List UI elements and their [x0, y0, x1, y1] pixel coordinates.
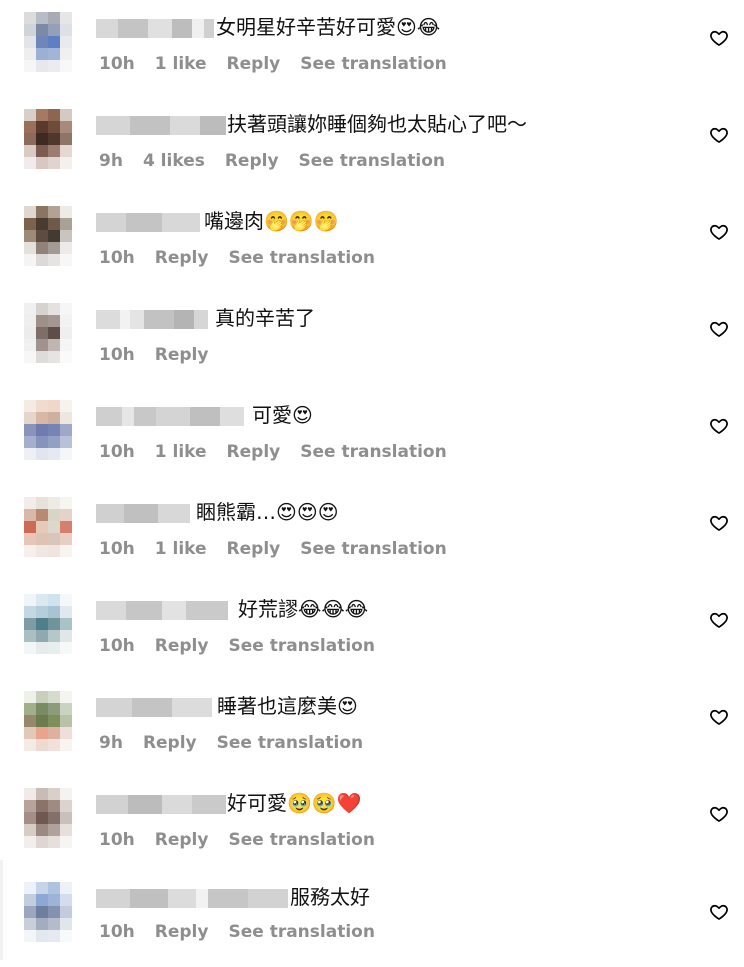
avatar[interactable]	[24, 497, 72, 557]
avatar[interactable]	[24, 788, 72, 848]
avatar[interactable]	[24, 109, 72, 169]
heart-icon[interactable]	[709, 513, 729, 533]
comment-item: 好荒謬😂😂😂 10h Reply See translation	[0, 582, 744, 679]
username-blurred[interactable]	[96, 601, 228, 620]
comment-timestamp: 10h	[99, 54, 135, 74]
comment-item: 服務太好 10h Reply See translation	[0, 870, 744, 967]
comment-timestamp: 10h	[99, 539, 135, 559]
avatar[interactable]	[24, 882, 72, 942]
username-blurred[interactable]	[96, 795, 226, 814]
username-blurred[interactable]	[96, 116, 226, 135]
reply-button[interactable]: Reply	[155, 922, 209, 942]
comment-timestamp: 10h	[99, 345, 135, 365]
comment-meta: 9h Reply See translation	[99, 733, 383, 753]
heart-icon[interactable]	[709, 125, 729, 145]
heart-icon[interactable]	[709, 804, 729, 824]
comment-text: 好荒謬😂😂😂	[238, 597, 369, 621]
heart-icon[interactable]	[709, 222, 729, 242]
comment-item: 女明星好辛苦好可愛😍😂 10h 1 like Reply See translation	[0, 0, 744, 97]
comment-meta: 10h Reply See translation	[99, 636, 395, 656]
reply-button[interactable]: Reply	[227, 442, 281, 462]
avatar[interactable]	[24, 12, 72, 72]
see-translation-link[interactable]: See translation	[228, 636, 374, 656]
reply-button[interactable]: Reply	[227, 539, 281, 559]
reply-button[interactable]: Reply	[225, 151, 279, 171]
comment-meta: 10h 1 like Reply See translation	[99, 54, 467, 74]
comment-item: 睡著也這麼美😍 9h Reply See translation	[0, 679, 744, 776]
reply-button[interactable]: Reply	[143, 733, 197, 753]
like-count-link[interactable]: 1 like	[155, 442, 207, 462]
comment-timestamp: 10h	[99, 442, 135, 462]
comment-meta: 10h Reply See translation	[99, 922, 395, 942]
see-translation-link[interactable]: See translation	[300, 442, 446, 462]
comment-item: 真的辛苦了 10h Reply	[0, 291, 744, 388]
comment-timestamp: 9h	[99, 733, 123, 753]
see-translation-link[interactable]: See translation	[300, 54, 446, 74]
heart-icon[interactable]	[709, 902, 729, 922]
reply-button[interactable]: Reply	[155, 830, 209, 850]
username-blurred[interactable]	[96, 407, 244, 426]
see-translation-link[interactable]: See translation	[228, 922, 374, 942]
avatar[interactable]	[24, 303, 72, 363]
heart-icon[interactable]	[709, 416, 729, 436]
reply-button[interactable]: Reply	[155, 248, 209, 268]
reply-button[interactable]: Reply	[227, 54, 281, 74]
see-translation-link[interactable]: See translation	[300, 539, 446, 559]
heart-icon[interactable]	[709, 319, 729, 339]
comment-meta: 9h 4 likes Reply See translation	[99, 151, 465, 171]
like-count-link[interactable]: 1 like	[155, 54, 207, 74]
comment-text: 睡著也這麼美😍	[217, 694, 358, 718]
heart-icon[interactable]	[709, 610, 729, 630]
comment-meta: 10h Reply	[99, 345, 228, 365]
username-blurred[interactable]	[96, 19, 214, 38]
avatar[interactable]	[24, 206, 72, 266]
like-count-link[interactable]: 1 like	[155, 539, 207, 559]
comment-text: 真的辛苦了	[215, 306, 315, 330]
comment-timestamp: 9h	[99, 151, 123, 171]
heart-icon[interactable]	[709, 28, 729, 48]
like-count-link[interactable]: 4 likes	[143, 151, 205, 171]
comment-text: 扶著頭讓妳睡個夠也太貼心了吧～	[227, 112, 527, 136]
comment-text: 服務太好	[290, 885, 370, 909]
heart-icon[interactable]	[709, 707, 729, 727]
see-translation-link[interactable]: See translation	[228, 830, 374, 850]
comment-text: 女明星好辛苦好可愛😍😂	[216, 15, 441, 39]
see-translation-link[interactable]: See translation	[299, 151, 445, 171]
see-translation-link[interactable]: See translation	[228, 248, 374, 268]
comment-timestamp: 10h	[99, 248, 135, 268]
comment-item: 扶著頭讓妳睡個夠也太貼心了吧～ 9h 4 likes Reply See transla…	[0, 97, 744, 194]
avatar[interactable]	[24, 594, 72, 654]
username-blurred[interactable]	[96, 213, 200, 232]
comment-timestamp: 10h	[99, 922, 135, 942]
comment-meta: 10h Reply See translation	[99, 248, 395, 268]
comment-item: 可愛😍 10h 1 like Reply See translation	[0, 388, 744, 485]
see-translation-link[interactable]: See translation	[217, 733, 363, 753]
comment-text: 睏熊霸…😍😍😍	[196, 500, 339, 524]
username-blurred[interactable]	[96, 698, 212, 717]
comment-meta: 10h Reply See translation	[99, 830, 395, 850]
comment-meta: 10h 1 like Reply See translation	[99, 539, 467, 559]
avatar[interactable]	[24, 691, 72, 751]
username-blurred[interactable]	[96, 889, 288, 908]
reply-button[interactable]: Reply	[155, 636, 209, 656]
comment-text: 嘴邊肉🤭🤭🤭	[204, 209, 339, 233]
avatar[interactable]	[24, 400, 72, 460]
comment-text: 好可愛🥹🥹❤️	[227, 791, 362, 815]
comment-text: 可愛😍	[252, 403, 313, 427]
comment-timestamp: 10h	[99, 636, 135, 656]
username-blurred[interactable]	[96, 504, 190, 523]
comment-item: 睏熊霸…😍😍😍 10h 1 like Reply See translation	[0, 485, 744, 582]
reply-button[interactable]: Reply	[155, 345, 209, 365]
comment-meta: 10h 1 like Reply See translation	[99, 442, 467, 462]
comment-timestamp: 10h	[99, 830, 135, 850]
comment-item: 好可愛🥹🥹❤️ 10h Reply See translation	[0, 776, 744, 873]
thread-indent-rule	[0, 860, 3, 960]
comment-list: 女明星好辛苦好可愛😍😂 10h 1 like Reply See translation…	[0, 0, 744, 960]
username-blurred[interactable]	[96, 310, 208, 329]
comment-item: 嘴邊肉🤭🤭🤭 10h Reply See translation	[0, 194, 744, 291]
